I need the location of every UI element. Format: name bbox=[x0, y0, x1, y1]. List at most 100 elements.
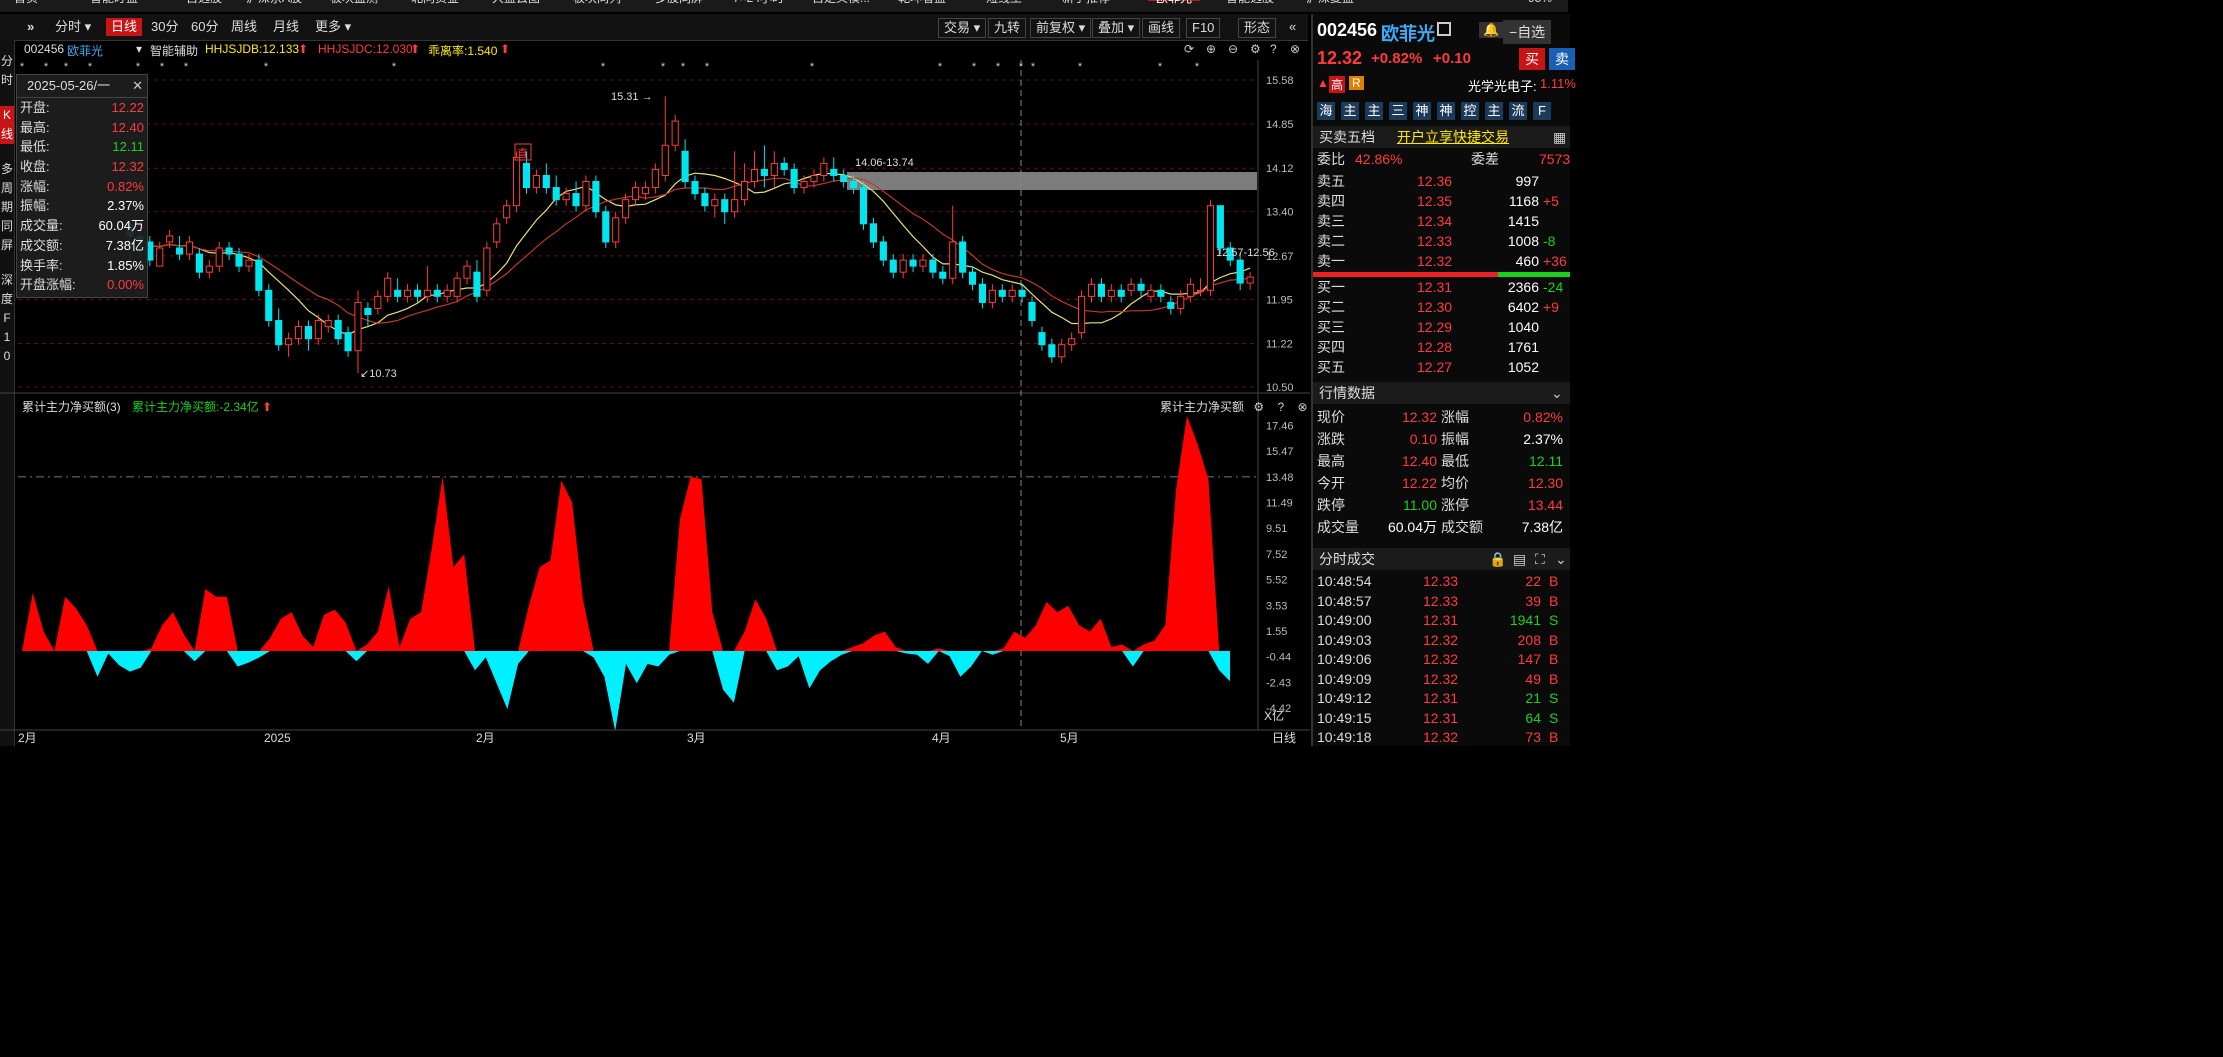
zoom-out-icon[interactable]: ⊖ bbox=[1228, 42, 1238, 56]
concept-pill[interactable]: 主 bbox=[1341, 102, 1359, 120]
ob-price[interactable]: 12.36 bbox=[1417, 172, 1452, 192]
ob-price[interactable]: 12.34 bbox=[1417, 212, 1452, 232]
candle-body bbox=[978, 283, 987, 303]
ob-volume: 997 bbox=[1515, 173, 1539, 189]
settings-icon[interactable]: ⚙ bbox=[1250, 42, 1261, 56]
concept-pill[interactable]: 三 bbox=[1389, 102, 1407, 120]
xaxis-label: 4月 bbox=[932, 731, 951, 745]
candle bbox=[304, 320, 312, 351]
tick-side: S bbox=[1549, 690, 1559, 706]
refresh-icon[interactable]: ⟳ bbox=[1184, 42, 1194, 56]
concept-pill[interactable]: 主 bbox=[1365, 102, 1383, 120]
sector-label[interactable]: 光学光电子: bbox=[1468, 76, 1537, 95]
candle bbox=[354, 290, 362, 374]
ohlc-key: 成交量: bbox=[20, 218, 63, 234]
top-nav-tab[interactable]: 95% bbox=[1528, 0, 1552, 4]
help-icon[interactable]: ? bbox=[1277, 400, 1284, 414]
candle-body bbox=[394, 289, 402, 297]
event-marker: * bbox=[810, 61, 815, 73]
candle-body bbox=[562, 193, 570, 201]
candle bbox=[840, 169, 848, 188]
concept-pill[interactable]: 主 bbox=[1485, 102, 1503, 120]
candle-body bbox=[532, 174, 540, 189]
event-marker: * bbox=[681, 61, 686, 73]
candle-body bbox=[1087, 283, 1096, 297]
indicator-title[interactable]: 累计主力净买额(3) bbox=[22, 400, 121, 414]
concept-pill[interactable]: 控 bbox=[1461, 102, 1479, 120]
candle bbox=[1127, 278, 1135, 297]
candle-body bbox=[334, 320, 342, 340]
top-nav-tab[interactable]: 沪深复盘 bbox=[1306, 0, 1354, 4]
chart-canvas[interactable]: * * * * * * * * * * * * * * * * * * * * * * 15.58 14.85 14.12 13… bbox=[0, 0, 1310, 746]
lock-icon[interactable]: 🔒 bbox=[1489, 548, 1506, 570]
candle bbox=[612, 211, 620, 249]
close-icon[interactable]: ✕ bbox=[132, 75, 143, 97]
settings-icon[interactable]: ⚙ bbox=[1253, 400, 1264, 414]
ob-price[interactable]: 12.29 bbox=[1417, 318, 1452, 338]
ob-price[interactable]: 12.28 bbox=[1417, 338, 1452, 358]
zoom-in-icon[interactable]: ⊕ bbox=[1206, 42, 1216, 56]
candle bbox=[939, 266, 947, 285]
candle-body bbox=[403, 289, 412, 297]
candle-body bbox=[542, 174, 550, 189]
grid-icon[interactable]: ▦ bbox=[1553, 126, 1566, 148]
candle-body bbox=[522, 162, 531, 189]
candle-body bbox=[949, 241, 957, 279]
up-arrow-icon: ⬆ bbox=[500, 42, 511, 56]
self-select-button[interactable]: −自选 bbox=[1503, 20, 1552, 44]
expand-icon[interactable]: ⛶ bbox=[1535, 548, 1545, 570]
market-data-header: 行情数据 ⌄ bbox=[1313, 382, 1570, 404]
ob-price[interactable]: 12.35 bbox=[1417, 192, 1452, 212]
ohlc-value: 12.32 bbox=[111, 159, 144, 175]
stock-name[interactable]: 欧菲光 bbox=[67, 42, 103, 59]
candle bbox=[830, 157, 838, 182]
candle-body bbox=[1196, 289, 1205, 292]
candle bbox=[175, 235, 184, 261]
chevron-down-icon[interactable]: ⌄ bbox=[1555, 548, 1567, 570]
qr-code-icon[interactable] bbox=[1437, 22, 1451, 36]
candle-body bbox=[1038, 332, 1046, 346]
buy-button[interactable]: 买 bbox=[1519, 48, 1545, 70]
ob-price[interactable]: 12.32 bbox=[1417, 252, 1452, 272]
candle-body bbox=[681, 150, 689, 183]
assist-dropdown-icon[interactable]: ▾ bbox=[136, 42, 142, 56]
candle-body bbox=[661, 144, 669, 176]
tag-r[interactable]: R bbox=[1349, 76, 1364, 90]
close-icon[interactable]: ⊗ bbox=[1298, 400, 1308, 414]
event-marker: * bbox=[996, 61, 1001, 73]
close-icon[interactable]: ⊗ bbox=[1290, 42, 1300, 56]
self-select-label: 自选 bbox=[1517, 24, 1546, 40]
quick-trade-link[interactable]: 开户立享快捷交易 bbox=[1397, 126, 1509, 148]
concept-pill[interactable]: 神 bbox=[1413, 102, 1431, 120]
candle bbox=[978, 278, 987, 309]
concept-pill[interactable]: 神 bbox=[1437, 102, 1455, 120]
candle-body bbox=[245, 259, 253, 267]
list-icon[interactable]: ▤ bbox=[1513, 548, 1526, 570]
ob-price[interactable]: 12.27 bbox=[1417, 358, 1452, 378]
candle-body bbox=[1068, 338, 1076, 346]
bell-icon[interactable]: 🔔 bbox=[1479, 22, 1504, 38]
candle-body bbox=[275, 320, 283, 346]
indicator-header: 累计主力净买额(3) 累计主力净买额:-2.34亿 ⬆ bbox=[22, 398, 272, 415]
candle bbox=[701, 187, 709, 212]
chevron-down-icon[interactable]: ⌄ bbox=[1551, 382, 1563, 404]
sell-button[interactable]: 卖 bbox=[1549, 48, 1575, 70]
weicha-value: 7573 bbox=[1539, 151, 1571, 167]
concept-pill[interactable]: 流 bbox=[1509, 102, 1527, 120]
ob-volume: 2366 bbox=[1507, 279, 1539, 295]
ob-label: 买五 bbox=[1317, 359, 1345, 375]
concept-pill[interactable]: F bbox=[1533, 102, 1551, 120]
ob-price[interactable]: 12.30 bbox=[1417, 298, 1452, 318]
ob-price[interactable]: 12.33 bbox=[1417, 232, 1452, 252]
candle-body bbox=[1157, 289, 1165, 297]
ob-label: 买三 bbox=[1317, 319, 1345, 335]
candle-body bbox=[1058, 344, 1066, 358]
concept-pill[interactable]: 海 bbox=[1317, 102, 1335, 120]
help-icon[interactable]: ? bbox=[1270, 42, 1277, 56]
tag-high[interactable]: 高 bbox=[1329, 76, 1346, 93]
smart-assist-label[interactable]: 智能辅助 bbox=[150, 42, 198, 59]
kline-axis-label: 10.50 bbox=[1266, 382, 1294, 394]
candle bbox=[582, 175, 590, 212]
hhjsjdc-value: HHJSJDC:12.030 bbox=[318, 42, 413, 56]
ob-price[interactable]: 12.31 bbox=[1417, 278, 1452, 298]
